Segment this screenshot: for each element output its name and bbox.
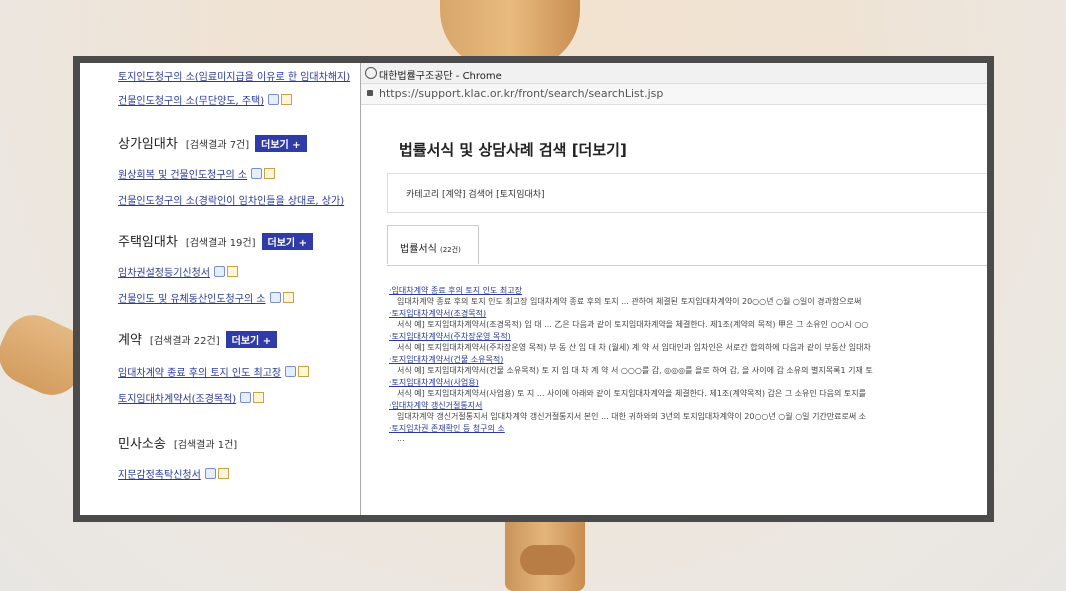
window-titlebar[interactable]: 대한법률구조공단 - Chrome [361, 63, 987, 84]
tab-bar: 법률서식 (22건) [387, 225, 987, 266]
edit-icon[interactable] [217, 468, 229, 479]
preview-icon[interactable] [285, 366, 297, 377]
edit-icon[interactable] [298, 366, 310, 377]
list-item[interactable]: 토지임대차계약서(조경목적) [118, 387, 265, 406]
preview-icon[interactable] [251, 168, 263, 179]
result-snippet: 임대차계약 갱신거절통지서 임대차계약 갱신거절통지서 본인 ... 대한 귀하… [397, 412, 867, 421]
mannequin-joint [520, 545, 575, 575]
result-snippet: 서식 예] 토지임대차계약서(건물 소유목적) 토 지 임 대 차 계 약 서 … [397, 366, 873, 375]
chrome-icon [365, 67, 377, 79]
preview-icon[interactable] [268, 94, 280, 105]
list-item[interactable]: 건물인도청구의 소(경락인이 임차인들을 상대로, 상가) [118, 189, 344, 208]
left-panel: 토지인도청구의 소(임료미지급을 이유로 한 임대차해지) 건물인도청구의 소(… [80, 63, 360, 515]
edit-icon[interactable] [281, 94, 293, 105]
result-snippet: ... [397, 434, 405, 443]
result-snippet: 서식 예] 토지임대차계약서(사업용) 토 지 ... 사이에 아래와 같이 토… [397, 389, 866, 398]
screen: 토지인도청구의 소(임료미지급을 이유로 한 임대차해지) 건물인도청구의 소(… [80, 63, 987, 515]
list-item[interactable]: 건물인도 및 유체동산인도청구의 소 [118, 287, 294, 306]
preview-icon[interactable] [269, 292, 281, 303]
edit-icon[interactable] [227, 266, 238, 277]
search-summary: 카테고리 [계약] 검색어 [토지임대차] [387, 173, 987, 213]
edit-icon[interactable] [264, 168, 276, 179]
section-header: 상가임대차 [검색결과 7건] 더보기 + [118, 133, 307, 152]
edit-icon[interactable] [253, 392, 265, 403]
result-snippet: 서식 예] 토지임대차계약서(주차장운영 목적) 부 동 산 임 대 차 (월세… [397, 343, 871, 352]
filter-text: 카테고리 [계약] 검색어 [토지임대차] [406, 190, 545, 200]
result-title[interactable]: ·토지임대차계약서(사업용) [389, 377, 479, 388]
list-item[interactable]: 지문감정촉탁신청서 [118, 463, 229, 482]
section-header: 민사소송 [검색결과 1건] [118, 437, 238, 452]
result-title[interactable]: ·임대차계약 종료 후의 토지 인도 최고장 [389, 285, 522, 296]
preview-icon[interactable] [214, 266, 225, 277]
address-bar[interactable]: https://support.klac.or.kr/front/search/… [361, 84, 987, 105]
preview-icon[interactable] [204, 468, 216, 479]
section-header: 주택임대차 [검색결과 19건] 더보기 + [118, 231, 313, 250]
edit-icon[interactable] [282, 292, 294, 303]
result-title[interactable]: ·임대차계약 갱신거절통지서 [389, 400, 482, 411]
screen-frame: 토지인도청구의 소(임료미지급을 이유로 한 임대차해지) 건물인도청구의 소(… [73, 56, 994, 522]
list-item[interactable]: 원상회복 및 건물인도청구의 소 [118, 163, 276, 182]
result-snippet: 임대차계약 종료 후의 토지 인도 최고장 임대차계약 종료 후의 토지 ...… [397, 297, 862, 306]
result-snippet: 서식 예] 토지임대차계약서(조경목적) 임 대 ... 乙은 다음과 같이 토… [397, 320, 869, 329]
result-title[interactable]: ·토지임대차계약서(건물 소유목적) [389, 354, 503, 365]
window-title: 대한법률구조공단 - Chrome [379, 71, 502, 82]
result-title[interactable]: ·토지임대차계약서(조경목적) [389, 308, 486, 319]
url-text: https://support.klac.or.kr/front/search/… [379, 87, 664, 100]
result-title[interactable]: ·토지임대차계약서(주차장운영 목적) [389, 331, 511, 342]
popup-window: 대한법률구조공단 - Chrome https://support.klac.o… [360, 63, 987, 515]
preview-icon[interactable] [240, 392, 252, 403]
list-item[interactable]: 임대차계약 종료 후의 토지 인도 최고장 [118, 361, 310, 380]
section-header: 계약 [검색결과 22건] 더보기 + [118, 329, 278, 348]
top-link-1[interactable]: 토지인도청구의 소(임료미지급을 이유로 한 임대차해지) [118, 65, 350, 84]
more-button[interactable]: 더보기 + [261, 233, 313, 250]
more-button[interactable]: 더보기 + [225, 331, 278, 348]
list-item[interactable]: 임차권설정등기신청서 [118, 261, 238, 280]
more-button[interactable]: 더보기 + [255, 135, 307, 152]
page-title: 법률서식 및 상담사례 검색 [더보기] [399, 141, 627, 159]
tab-label: 법률서식 [400, 244, 437, 255]
tab-forms[interactable]: 법률서식 (22건) [387, 225, 479, 264]
result-title[interactable]: ·토지임차권 존재확인 등 청구의 소 [389, 423, 505, 434]
tab-count: (22건) [440, 246, 461, 254]
lock-icon [367, 90, 373, 96]
top-link-2[interactable]: 건물인도청구의 소(무단양도, 주택) [118, 89, 293, 108]
